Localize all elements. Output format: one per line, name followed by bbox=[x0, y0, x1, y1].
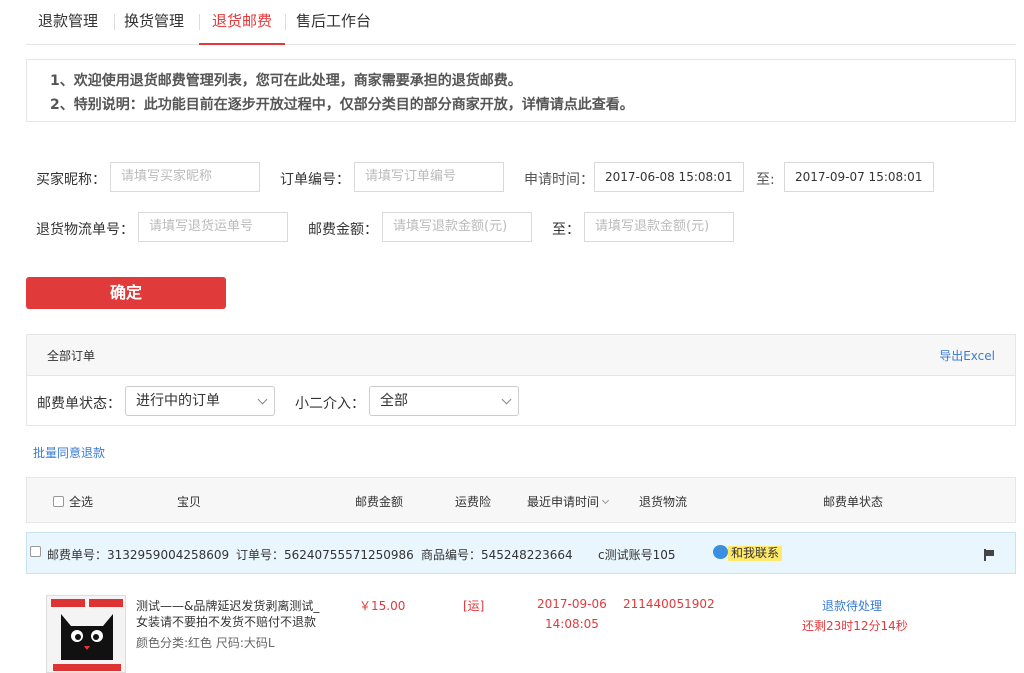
product-title-line-2[interactable]: 女装请不要拍不发货不赔付不退款 bbox=[136, 613, 316, 630]
time-to-label: 至: bbox=[756, 172, 775, 188]
product-sku: 颜色分类:红色 尺码:大码L bbox=[136, 636, 275, 650]
column-logistics: 退货物流 bbox=[639, 495, 688, 509]
buyer-nick-input[interactable]: 请填写买家昵称 bbox=[110, 162, 260, 192]
export-excel-link[interactable]: 导出Excel bbox=[939, 347, 995, 364]
tab-divider bbox=[285, 14, 286, 30]
select-all-checkbox[interactable]: 全选 bbox=[53, 493, 93, 510]
apply-date: 2017-09-06 bbox=[537, 597, 607, 611]
chevron-down-icon bbox=[257, 394, 268, 405]
order-checkbox[interactable] bbox=[30, 546, 41, 557]
amount-min-input[interactable]: 请填写退款金额(元) bbox=[382, 212, 532, 242]
postage-status-select[interactable]: 进行中的订单 bbox=[125, 386, 275, 416]
buyer-account: c测试账号105 bbox=[598, 548, 676, 562]
xiaoer-select[interactable]: 全部 bbox=[369, 386, 519, 416]
amount-label: 邮费金额： bbox=[308, 222, 378, 238]
tab-bar: 退款管理 换货管理 退货邮费 售后工作台 bbox=[26, 0, 1016, 45]
order-no-input[interactable]: 请填写订单编号 bbox=[354, 162, 504, 192]
xiaoer-value: 全部 bbox=[380, 393, 408, 409]
amount-to-label: 至： bbox=[552, 222, 580, 238]
logistics-label: 退货物流单号： bbox=[36, 222, 134, 238]
apply-time-from-input[interactable]: 2017-06-08 15:08:01 bbox=[594, 162, 744, 192]
column-item: 宝贝 bbox=[177, 495, 202, 509]
tab-return-postage[interactable]: 退货邮费 bbox=[199, 0, 285, 45]
postage-no: 邮费单号：3132959004258609 bbox=[47, 548, 230, 562]
remaining-time: 还剩23时12分14秒 bbox=[802, 619, 908, 633]
sort-chevron-icon bbox=[601, 496, 610, 505]
chevron-down-icon bbox=[501, 394, 512, 405]
panel-header: 全部订单 导出Excel bbox=[27, 335, 1015, 376]
wangwang-icon bbox=[713, 545, 728, 559]
notice-line-1: 1、欢迎使用退货邮费管理列表，您可在此处理，商家需要承担的退货邮费。 bbox=[50, 73, 522, 89]
apply-time-to-input[interactable]: 2017-09-07 15:08:01 bbox=[784, 162, 934, 192]
order-no-label: 订单编号： bbox=[280, 172, 350, 188]
tab-divider bbox=[114, 14, 115, 30]
order-filter-panel: 全部订单 导出Excel 邮费单状态： 进行中的订单 小二介入： 全部 bbox=[26, 334, 1016, 426]
contact-me-button[interactable]: 和我联系 bbox=[728, 546, 783, 561]
apply-time-label: 申请时间： bbox=[524, 172, 594, 188]
tmall-cat-image bbox=[47, 596, 125, 672]
tab-refund[interactable]: 退款管理 bbox=[38, 0, 98, 45]
tab-aftersale-workbench[interactable]: 售后工作台 bbox=[296, 0, 371, 45]
column-time: 最近申请时间 bbox=[527, 495, 600, 509]
notice-box: 1、欢迎使用退货邮费管理列表，您可在此处理，商家需要承担的退货邮费。 2、特别说… bbox=[26, 59, 1016, 122]
postage-status-value: 进行中的订单 bbox=[136, 393, 220, 409]
freight-insurance-badge: [运] bbox=[463, 599, 485, 613]
xiaoer-label: 小二介入： bbox=[295, 396, 365, 412]
select-all-label: 全选 bbox=[69, 495, 94, 509]
column-time-sort[interactable]: 最近申请时间 bbox=[527, 493, 610, 510]
apply-time: 14:08:05 bbox=[545, 617, 599, 631]
postage-amount: ￥15.00 bbox=[359, 599, 406, 613]
checkbox-icon bbox=[53, 496, 64, 507]
tab-exchange[interactable]: 换货管理 bbox=[124, 0, 184, 45]
column-amount: 邮费金额 bbox=[355, 495, 404, 509]
product-no: 商品编号：545248223664 bbox=[421, 548, 573, 562]
logistics-no-input[interactable]: 请填写退货运单号 bbox=[138, 212, 288, 242]
batch-agree-refund-link[interactable]: 批量同意退款 bbox=[33, 444, 105, 461]
amount-max-input[interactable]: 请填写退款金额(元) bbox=[584, 212, 734, 242]
buyer-label: 买家昵称： bbox=[36, 172, 106, 188]
table-header: 全选 宝贝 邮费金额 运费险 最近申请时间 退货物流 邮费单状态 bbox=[26, 477, 1016, 523]
postage-status-link[interactable]: 退款待处理 bbox=[822, 597, 882, 614]
column-insurance: 运费险 bbox=[455, 495, 492, 509]
flag-icon[interactable] bbox=[984, 549, 994, 561]
product-title-line-1[interactable]: 测试——&品牌延迟发货剥离测试_ bbox=[136, 597, 319, 614]
order-no: 订单号：56240755571250986 bbox=[236, 548, 414, 562]
panel-title: 全部订单 bbox=[47, 349, 96, 363]
order-header-row: 邮费单号：3132959004258609 订单号：56240755571250… bbox=[26, 532, 1016, 574]
logistics-tracking-no[interactable]: 211440051902 bbox=[623, 597, 715, 611]
column-status: 邮费单状态 bbox=[823, 495, 884, 509]
notice-line-2[interactable]: 2、特别说明：此功能目前在逐步开放过程中，仅部分类目的部分商家开放，详情请点此查… bbox=[50, 93, 1015, 117]
postage-status-label: 邮费单状态： bbox=[37, 396, 121, 412]
product-thumbnail[interactable] bbox=[46, 595, 126, 673]
confirm-button[interactable]: 确定 bbox=[26, 277, 226, 309]
